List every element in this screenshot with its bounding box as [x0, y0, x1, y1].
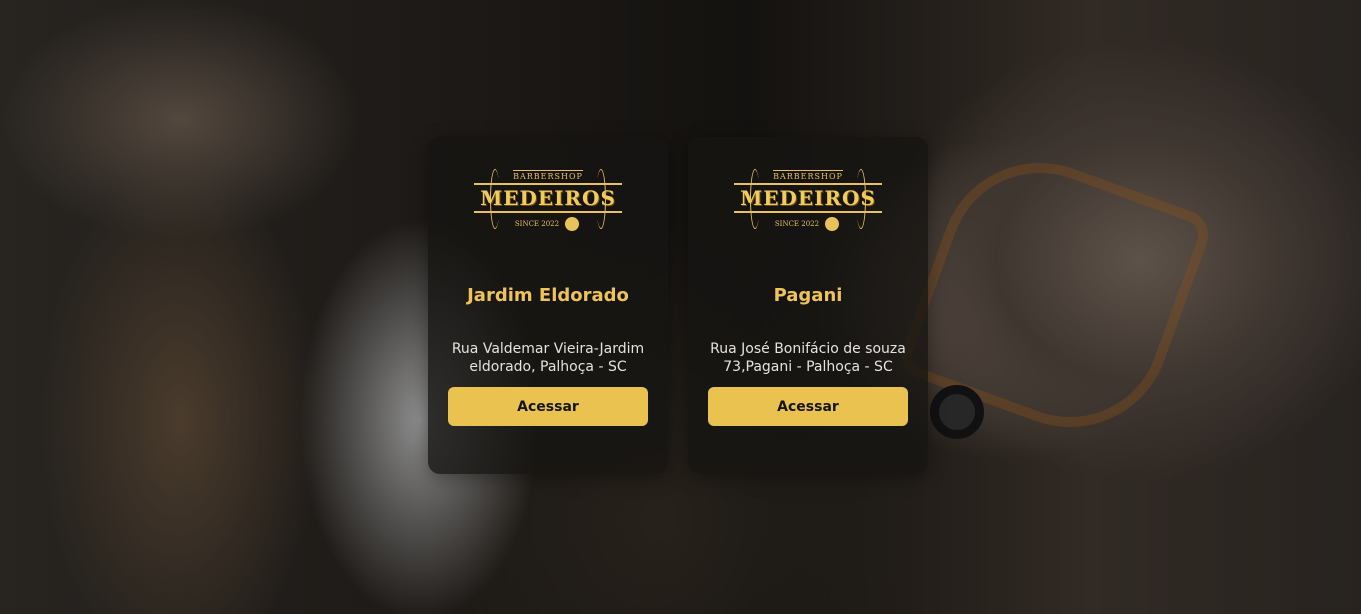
logo-ornament-left — [490, 169, 500, 229]
medeiros-logo: BARBERSHOP MEDEIROS SINCE 2022 — [734, 159, 882, 243]
logo-ornament-left — [750, 169, 760, 229]
access-button[interactable]: Acessar — [708, 387, 908, 426]
unit-name: Pagani — [773, 285, 843, 306]
unit-address: Rua Valdemar Vieira-Jardim eldorado, Pal… — [451, 341, 645, 375]
logo-ornament-right — [596, 169, 606, 229]
barber-emblem-icon — [563, 214, 582, 233]
barber-emblem-icon — [823, 214, 842, 233]
logo-since: SINCE 2022 — [514, 214, 582, 233]
logo-top-text: BARBERSHOP — [513, 169, 583, 181]
access-button[interactable]: Acessar — [448, 387, 648, 426]
unit-name: Jardim Eldorado — [467, 285, 629, 306]
unit-card-pagani: BARBERSHOP MEDEIROS SINCE 2022 Pagani Ru… — [688, 137, 928, 474]
logo-since-text: SINCE 2022 — [774, 219, 820, 228]
logo-since-text: SINCE 2022 — [514, 219, 560, 228]
unit-card-jardim-eldorado: BARBERSHOP MEDEIROS SINCE 2022 Jardim El… — [428, 137, 668, 474]
logo-top-text: BARBERSHOP — [773, 169, 843, 181]
logo-ornament-right — [856, 169, 866, 229]
unit-cards: BARBERSHOP MEDEIROS SINCE 2022 Jardim El… — [428, 137, 928, 474]
medeiros-logo: BARBERSHOP MEDEIROS SINCE 2022 — [474, 159, 622, 243]
unit-address: Rua José Bonifácio de souza 73,Pagani - … — [710, 341, 906, 375]
logo-since: SINCE 2022 — [774, 214, 842, 233]
